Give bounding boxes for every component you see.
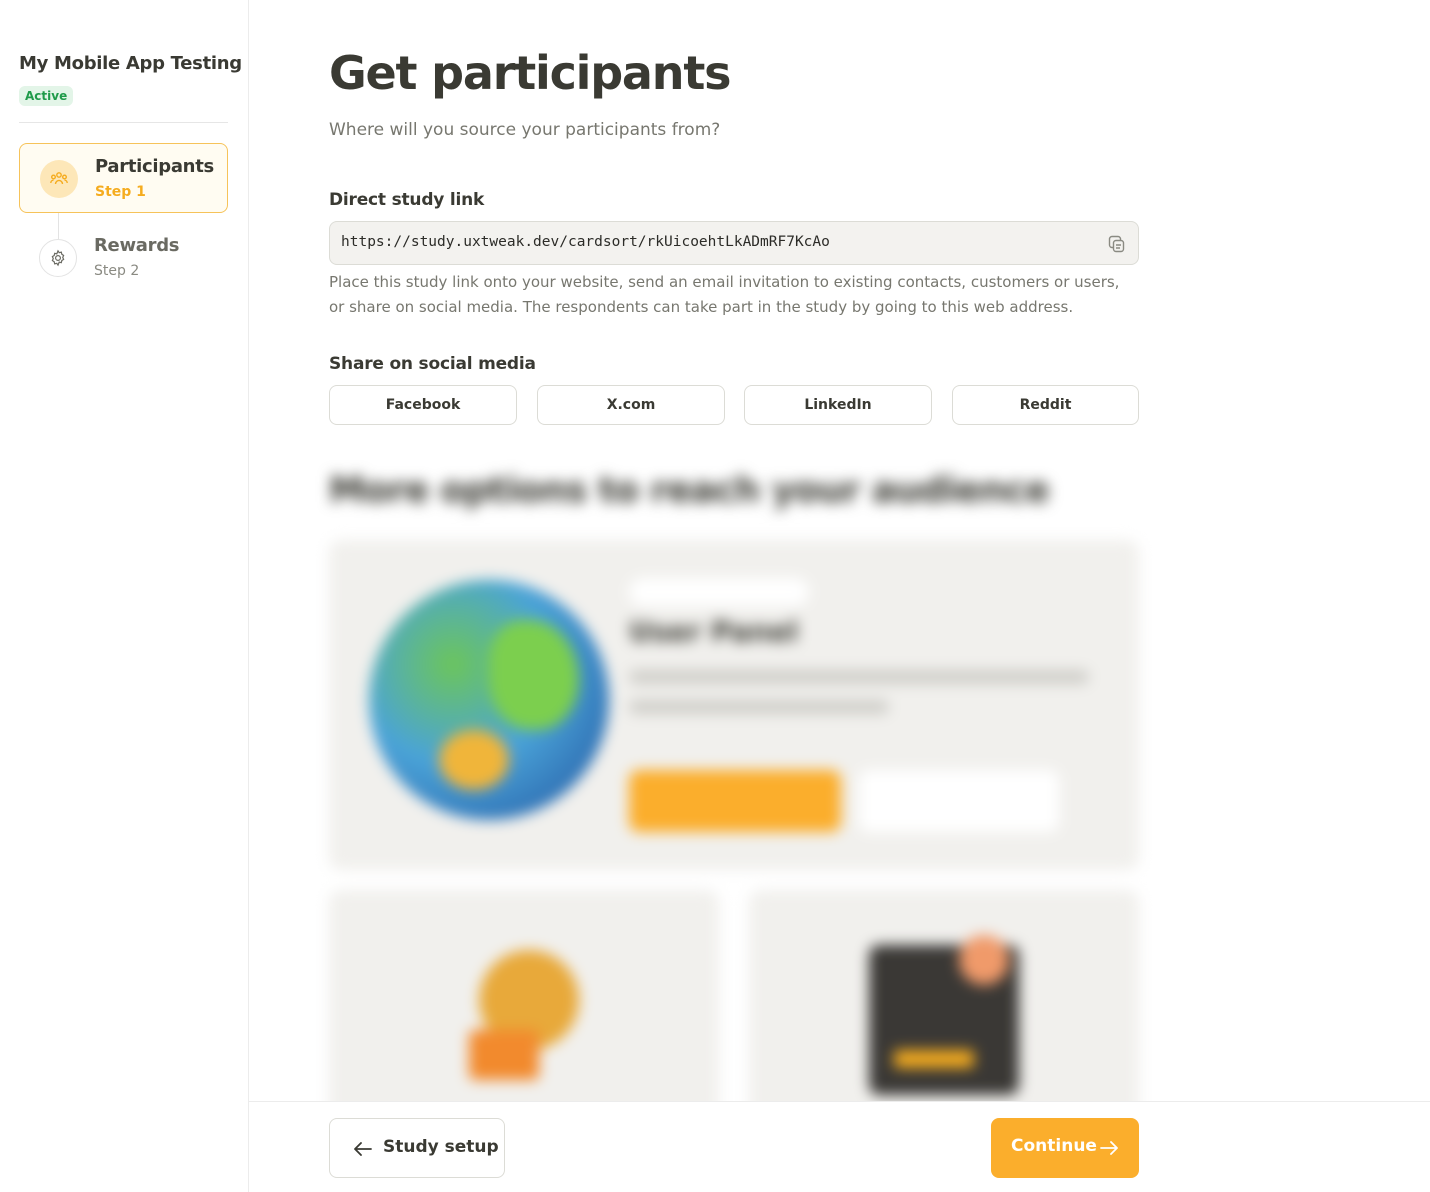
card-tag bbox=[629, 578, 809, 606]
continue-button[interactable]: Continue bbox=[991, 1118, 1139, 1178]
app-root: My Mobile App Testing Active Participant… bbox=[0, 0, 1430, 1192]
sidebar-step-participants[interactable]: Participants Step 1 bbox=[19, 143, 228, 213]
more-options-section: More options to reach your audience User… bbox=[249, 440, 1430, 1102]
page-title: Get participants bbox=[329, 46, 731, 100]
card-illustration bbox=[894, 1050, 974, 1068]
card-text-placeholder bbox=[629, 700, 889, 714]
project-title: My Mobile App Testing bbox=[19, 53, 242, 74]
globe-illustration bbox=[369, 580, 609, 820]
study-link-url[interactable]: https://study.uxtweak.dev/cardsort/rkUic… bbox=[341, 234, 830, 250]
arrow-left-icon bbox=[354, 1142, 372, 1156]
continue-button-label: Continue bbox=[1011, 1136, 1097, 1156]
option-card bbox=[329, 890, 719, 1102]
footer-bar: Study setup Continue bbox=[249, 1101, 1430, 1192]
user-panel-card: User Panel bbox=[329, 540, 1139, 870]
card-text-placeholder bbox=[629, 670, 1089, 684]
card-secondary-button[interactable] bbox=[859, 770, 1059, 832]
participants-icon bbox=[40, 160, 78, 198]
step-name: Rewards bbox=[94, 235, 180, 256]
direct-link-label: Direct study link bbox=[329, 190, 485, 210]
sidebar-step-rewards[interactable]: Rewards Step 2 bbox=[19, 223, 228, 293]
card-illustration bbox=[469, 1030, 539, 1080]
arrow-right-icon bbox=[1100, 1141, 1118, 1155]
share-x-button[interactable]: X.com bbox=[537, 385, 725, 425]
page-subtitle: Where will you source your participants … bbox=[329, 120, 721, 140]
card-heading: User Panel bbox=[629, 615, 799, 648]
step-number: Step 1 bbox=[95, 184, 146, 200]
card-illustration bbox=[959, 935, 1009, 985]
step-name: Participants bbox=[95, 156, 214, 177]
sidebar: My Mobile App Testing Active Participant… bbox=[0, 0, 249, 1192]
status-badge: Active bbox=[19, 86, 74, 106]
globe-land bbox=[489, 620, 579, 730]
back-button-label: Study setup bbox=[383, 1137, 499, 1157]
globe-land bbox=[439, 730, 509, 790]
main-content: Get participants Where will you source y… bbox=[249, 0, 1430, 1102]
more-options-title: More options to reach your audience bbox=[329, 470, 1050, 511]
sidebar-divider bbox=[19, 122, 228, 123]
gear-icon bbox=[39, 239, 77, 277]
copy-icon[interactable] bbox=[1106, 233, 1128, 255]
share-linkedin-button[interactable]: LinkedIn bbox=[744, 385, 932, 425]
card-primary-button[interactable] bbox=[629, 770, 841, 832]
share-reddit-button[interactable]: Reddit bbox=[952, 385, 1139, 425]
option-card bbox=[749, 890, 1139, 1102]
back-button[interactable]: Study setup bbox=[329, 1118, 505, 1178]
step-number: Step 2 bbox=[94, 263, 140, 279]
study-link-description: Place this study link onto your website,… bbox=[329, 273, 1120, 316]
share-facebook-button[interactable]: Facebook bbox=[329, 385, 517, 425]
study-link-field[interactable]: https://study.uxtweak.dev/cardsort/rkUic… bbox=[329, 221, 1139, 265]
social-media-label: Share on social media bbox=[329, 354, 536, 374]
